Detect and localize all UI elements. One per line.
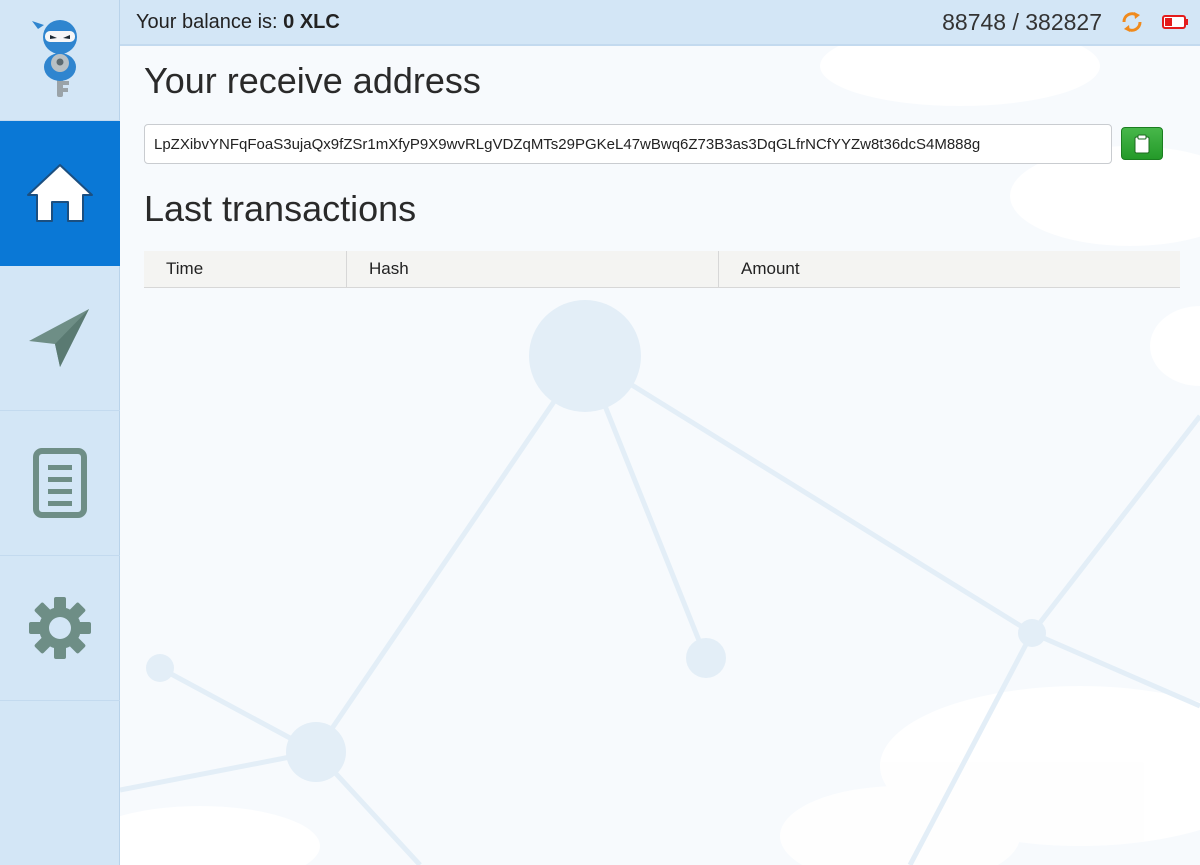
block-sync-progress: 88748 / 382827 (942, 9, 1102, 35)
document-icon (33, 448, 87, 518)
receive-address-field[interactable] (144, 124, 1112, 164)
column-header-amount[interactable]: Amount (718, 251, 1180, 288)
sync-icon[interactable] (1120, 10, 1144, 34)
ninja-key-logo (32, 20, 77, 97)
balance-label: Your balance is: (136, 11, 278, 33)
copy-address-button[interactable] (1121, 127, 1163, 160)
column-header-time[interactable]: Time (144, 251, 347, 288)
sidebar-item-send[interactable] (0, 266, 120, 411)
balance-value: 0 XLC (283, 11, 340, 33)
receive-address-title: Your receive address (144, 60, 481, 101)
send-icon (29, 309, 89, 367)
sidebar-item-settings[interactable] (0, 556, 120, 701)
transactions-table: Time Hash Amount (144, 251, 1180, 288)
gear-icon (29, 597, 91, 659)
network-background (120, 46, 1200, 865)
main-content: Your receive address Last transactions T… (120, 46, 1200, 865)
last-transactions-title: Last transactions (144, 188, 417, 229)
column-header-hash[interactable]: Hash (346, 251, 719, 288)
sidebar (0, 0, 120, 865)
battery-low-icon (1162, 15, 1188, 29)
clipboard-icon (1134, 134, 1150, 153)
home-icon (27, 164, 93, 222)
sidebar-item-home[interactable] (0, 121, 120, 266)
balance: Your balance is: 0 XLC (136, 11, 340, 34)
top-bar: Your balance is: 0 XLC 88748 / 382827 (120, 0, 1200, 46)
table-header-row: Time Hash Amount (144, 251, 1180, 288)
logo (0, 0, 120, 121)
sidebar-item-transactions[interactable] (0, 411, 120, 556)
